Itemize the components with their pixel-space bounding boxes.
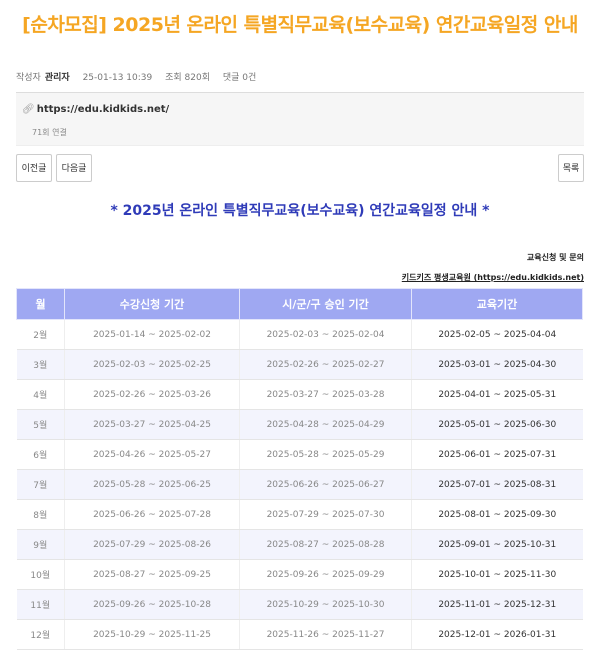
cell-approval: 2025-03-27 ~ 2025-03-28 [239,379,412,410]
cell-education: 2025-09-01 ~ 2025-10-31 [411,529,583,560]
post-title: [순차모집] 2025년 온라인 특별직무교육(보수교육) 연간교육일정 안내 [22,14,578,36]
table-row: 12월 2025-10-29 ~ 2025-11-25 2025-11-26 ~… [16,619,583,650]
post-datetime: 25-01-13 10:39 [82,73,153,83]
paperclip-icon: 🔗︎ [22,104,35,115]
cell-month: 12월 [16,619,65,650]
cell-month: 2월 [16,319,65,350]
table-row: 7월 2025-05-28 ~ 2025-06-25 2025-06-26 ~ … [16,469,583,500]
content-headline: * 2025년 온라인 특별직무교육(보수교육) 연간교육일정 안내 * [110,203,490,219]
cell-apply: 2025-05-28 ~ 2025-06-25 [64,469,240,500]
table-row: 5월 2025-03-27 ~ 2025-04-25 2025-04-28 ~ … [16,409,583,440]
table-row: 3월 2025-02-03 ~ 2025-02-25 2025-02-26 ~ … [16,349,583,380]
author-name[interactable]: 관리자 [45,73,70,83]
cell-education: 2025-06-01 ~ 2025-07-31 [411,439,583,470]
cell-education: 2025-03-01 ~ 2025-04-30 [411,349,583,380]
cell-apply: 2025-04-26 ~ 2025-05-27 [64,439,240,470]
schedule-table: 월 수강신청 기간 시/군/구 승인 기간 교육기간 2월 2025-01-14… [16,288,583,650]
cell-approval: 2025-07-29 ~ 2025-07-30 [239,499,412,530]
link-row[interactable]: 🔗︎ https://edu.kidkids.net/ [22,104,169,115]
cell-approval: 2025-09-26 ~ 2025-09-29 [239,559,412,590]
cell-month: 5월 [16,409,65,440]
cell-month: 3월 [16,349,65,380]
link-count: 71회 연결 [32,128,67,137]
view-count: 조회 820회 [165,73,210,83]
cell-approval: 2025-02-03 ~ 2025-02-04 [239,319,412,350]
header-apply-period: 수강신청 기간 [64,288,240,320]
cell-month: 11월 [16,589,65,620]
comment-count: 댓글 0건 [222,73,257,83]
header-approval-period: 시/군/구 승인 기간 [239,288,412,320]
cell-apply: 2025-02-03 ~ 2025-02-25 [64,349,240,380]
post-meta: 작성자 관리자 25-01-13 10:39 조회 820회 댓글 0건 [16,70,266,83]
cell-month: 6월 [16,439,65,470]
cell-education: 2025-11-01 ~ 2025-12-31 [411,589,583,620]
cell-month: 8월 [16,499,65,530]
table-row: 6월 2025-04-26 ~ 2025-05-27 2025-05-28 ~ … [16,439,583,470]
cell-education: 2025-08-01 ~ 2025-09-30 [411,499,583,530]
cell-approval: 2025-08-27 ~ 2025-08-28 [239,529,412,560]
list-button[interactable]: 목록 [558,154,584,182]
cell-apply: 2025-08-27 ~ 2025-09-25 [64,559,240,590]
contact-link[interactable]: 키드키즈 평생교육원 (https://edu.kidkids.net) [402,272,584,283]
cell-apply: 2025-01-14 ~ 2025-02-02 [64,319,240,350]
cell-apply: 2025-06-26 ~ 2025-07-28 [64,499,240,530]
cell-month: 4월 [16,379,65,410]
cell-month: 7월 [16,469,65,500]
cell-approval: 2025-05-28 ~ 2025-05-29 [239,439,412,470]
link-box: 🔗︎ https://edu.kidkids.net/ 71회 연결 [16,92,584,146]
cell-apply: 2025-07-29 ~ 2025-08-26 [64,529,240,560]
cell-education: 2025-02-05 ~ 2025-04-04 [411,319,583,350]
cell-apply: 2025-09-26 ~ 2025-10-28 [64,589,240,620]
table-row: 11월 2025-09-26 ~ 2025-10-28 2025-10-29 ~… [16,589,583,620]
cell-approval: 2025-10-29 ~ 2025-10-30 [239,589,412,620]
header-month: 월 [16,288,65,320]
cell-education: 2025-10-01 ~ 2025-11-30 [411,559,583,590]
cell-education: 2025-05-01 ~ 2025-06-30 [411,409,583,440]
cell-apply: 2025-03-27 ~ 2025-04-25 [64,409,240,440]
cell-approval: 2025-06-26 ~ 2025-06-27 [239,469,412,500]
header-education-period: 교육기간 [411,288,583,320]
contact-label: 교육신청 및 문의 [526,253,584,262]
prev-post-button[interactable]: 이전글 [16,154,52,182]
table-row: 9월 2025-07-29 ~ 2025-08-26 2025-08-27 ~ … [16,529,583,560]
table-row: 2월 2025-01-14 ~ 2025-02-02 2025-02-03 ~ … [16,319,583,350]
page: [순차모집] 2025년 온라인 특별직무교육(보수교육) 연간교육일정 안내 … [0,0,600,662]
cell-month: 9월 [16,529,65,560]
cell-apply: 2025-10-29 ~ 2025-11-25 [64,619,240,650]
cell-approval: 2025-11-26 ~ 2025-11-27 [239,619,412,650]
author-label: 작성자 [16,73,41,83]
cell-month: 10월 [16,559,65,590]
cell-education: 2025-04-01 ~ 2025-05-31 [411,379,583,410]
link-url[interactable]: https://edu.kidkids.net/ [37,104,170,115]
cell-education: 2025-12-01 ~ 2026-01-31 [411,619,583,650]
cell-apply: 2025-02-26 ~ 2025-03-26 [64,379,240,410]
table-row: 10월 2025-08-27 ~ 2025-09-25 2025-09-26 ~… [16,559,583,590]
next-post-button[interactable]: 다음글 [56,154,92,182]
table-row: 4월 2025-02-26 ~ 2025-03-26 2025-03-27 ~ … [16,379,583,410]
cell-approval: 2025-04-28 ~ 2025-04-29 [239,409,412,440]
cell-education: 2025-07-01 ~ 2025-08-31 [411,469,583,500]
cell-approval: 2025-02-26 ~ 2025-02-27 [239,349,412,380]
table-row: 8월 2025-06-26 ~ 2025-07-28 2025-07-29 ~ … [16,499,583,530]
table-header-row: 월 수강신청 기간 시/군/구 승인 기간 교육기간 [16,288,583,320]
